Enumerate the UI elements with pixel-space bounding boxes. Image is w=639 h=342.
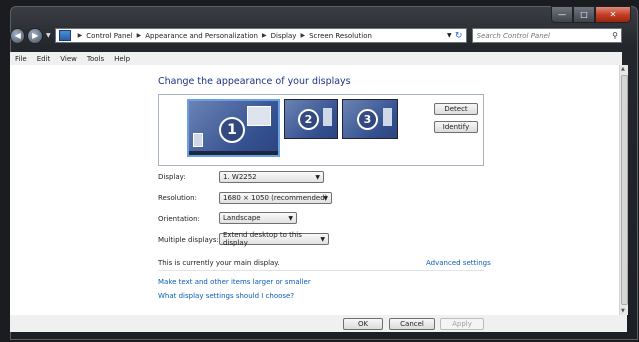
forward-icon[interactable]: ▶ xyxy=(27,27,43,44)
resolution-value: 1680 × 1050 (recommended) xyxy=(223,194,328,202)
chevron-right-icon[interactable]: ▶ xyxy=(300,32,305,39)
text-size-link[interactable]: Make text and other items larger or smal… xyxy=(158,278,311,286)
scroll-down-icon[interactable]: ▼ xyxy=(621,308,625,314)
menu-file[interactable]: File xyxy=(10,55,32,63)
identify-button[interactable]: Identify xyxy=(434,121,478,133)
content-pane: Change the appearance of your displays 1… xyxy=(10,65,619,315)
chevron-right-icon[interactable]: ▶ xyxy=(262,32,267,39)
menu-help[interactable]: Help xyxy=(109,55,135,63)
monitor-number: 3 xyxy=(357,109,378,130)
breadcrumb-screen-resolution[interactable]: Screen Resolution xyxy=(309,32,372,40)
cancel-button[interactable]: Cancel xyxy=(389,318,435,330)
maximize-icon[interactable]: □ xyxy=(573,6,595,23)
address-dropdown-icon[interactable]: ▼ xyxy=(447,32,452,39)
refresh-icon[interactable]: ↻ xyxy=(453,30,465,42)
search-input[interactable] xyxy=(476,31,607,40)
scroll-up-icon[interactable]: ▲ xyxy=(621,66,625,72)
chevron-right-icon[interactable]: ▶ xyxy=(137,32,142,39)
breadcrumb-display[interactable]: Display xyxy=(271,32,297,40)
breadcrumb-control-panel[interactable]: Control Panel xyxy=(86,32,132,40)
menu-bar: File Edit View Tools Help xyxy=(10,52,622,65)
taskbar-preview xyxy=(189,151,278,155)
address-row: ◀ ▶ ▼ ▶ Control Panel ▶ Appearance and P… xyxy=(10,27,623,44)
sidebar-preview xyxy=(323,108,332,126)
resolution-label: Resolution: xyxy=(158,194,197,202)
menu-edit[interactable]: Edit xyxy=(32,55,56,63)
chevron-down-icon: ▼ xyxy=(315,174,320,181)
caption-buttons: — □ ✕ xyxy=(551,6,631,23)
chevron-down-icon: ▼ xyxy=(323,195,328,202)
multiple-displays-select[interactable]: Extend desktop to this display ▼ xyxy=(219,231,329,247)
search-icon[interactable]: ⚲ xyxy=(612,31,618,40)
history-dropdown-icon[interactable]: ▼ xyxy=(46,32,51,39)
orientation-value: Landscape xyxy=(223,214,261,222)
breadcrumb[interactable]: ▶ Control Panel ▶ Appearance and Persona… xyxy=(54,28,467,43)
close-icon[interactable]: ✕ xyxy=(595,6,631,23)
computer-icon xyxy=(193,133,203,147)
display-settings-help-link[interactable]: What display settings should I choose? xyxy=(158,292,294,300)
minimize-icon[interactable]: — xyxy=(551,6,573,23)
chevron-right-icon[interactable]: ▶ xyxy=(78,32,83,39)
search-box[interactable]: ⚲ xyxy=(471,28,623,43)
display-value: 1. W2252 xyxy=(223,173,257,181)
monitor-3[interactable]: 3 xyxy=(342,99,398,139)
chevron-down-icon: ▼ xyxy=(288,215,293,222)
multiple-displays-label: Multiple displays: xyxy=(158,236,219,244)
breadcrumb-appearance[interactable]: Appearance and Personalization xyxy=(145,32,258,40)
display-label: Display: xyxy=(158,173,186,181)
sidebar-preview xyxy=(383,108,392,126)
page-title: Change the appearance of your displays xyxy=(158,76,351,87)
apply-button[interactable]: Apply xyxy=(440,318,484,330)
divider xyxy=(158,270,484,271)
scrollbar-thumb[interactable] xyxy=(621,75,628,305)
control-panel-icon xyxy=(58,30,71,41)
resolution-select[interactable]: 1680 × 1050 (recommended) ▼ xyxy=(219,192,332,204)
monitor-number: 2 xyxy=(298,109,319,130)
monitor-1[interactable]: 1 xyxy=(187,99,280,157)
window-preview xyxy=(247,106,271,126)
chevron-down-icon: ▼ xyxy=(320,236,325,243)
vertical-scrollbar[interactable]: ▲ ▼ xyxy=(619,65,628,315)
dialog-footer: OK Cancel Apply xyxy=(10,315,627,332)
ok-button[interactable]: OK xyxy=(343,318,383,330)
orientation-select[interactable]: Landscape ▼ xyxy=(219,212,297,224)
menu-view[interactable]: View xyxy=(55,55,82,63)
display-select[interactable]: 1. W2252 ▼ xyxy=(219,171,324,183)
multiple-displays-value: Extend desktop to this display xyxy=(223,231,302,247)
back-icon[interactable]: ◀ xyxy=(10,27,26,44)
monitor-arrangement-panel: 1 2 3 Detect Identify xyxy=(158,94,484,166)
advanced-settings-link[interactable]: Advanced settings xyxy=(426,259,491,267)
detect-button[interactable]: Detect xyxy=(434,103,478,115)
menu-tools[interactable]: Tools xyxy=(82,55,109,63)
orientation-label: Orientation: xyxy=(158,215,200,223)
main-display-note: This is currently your main display. xyxy=(158,259,280,267)
monitor-number: 1 xyxy=(219,117,245,143)
monitor-2[interactable]: 2 xyxy=(284,99,338,139)
